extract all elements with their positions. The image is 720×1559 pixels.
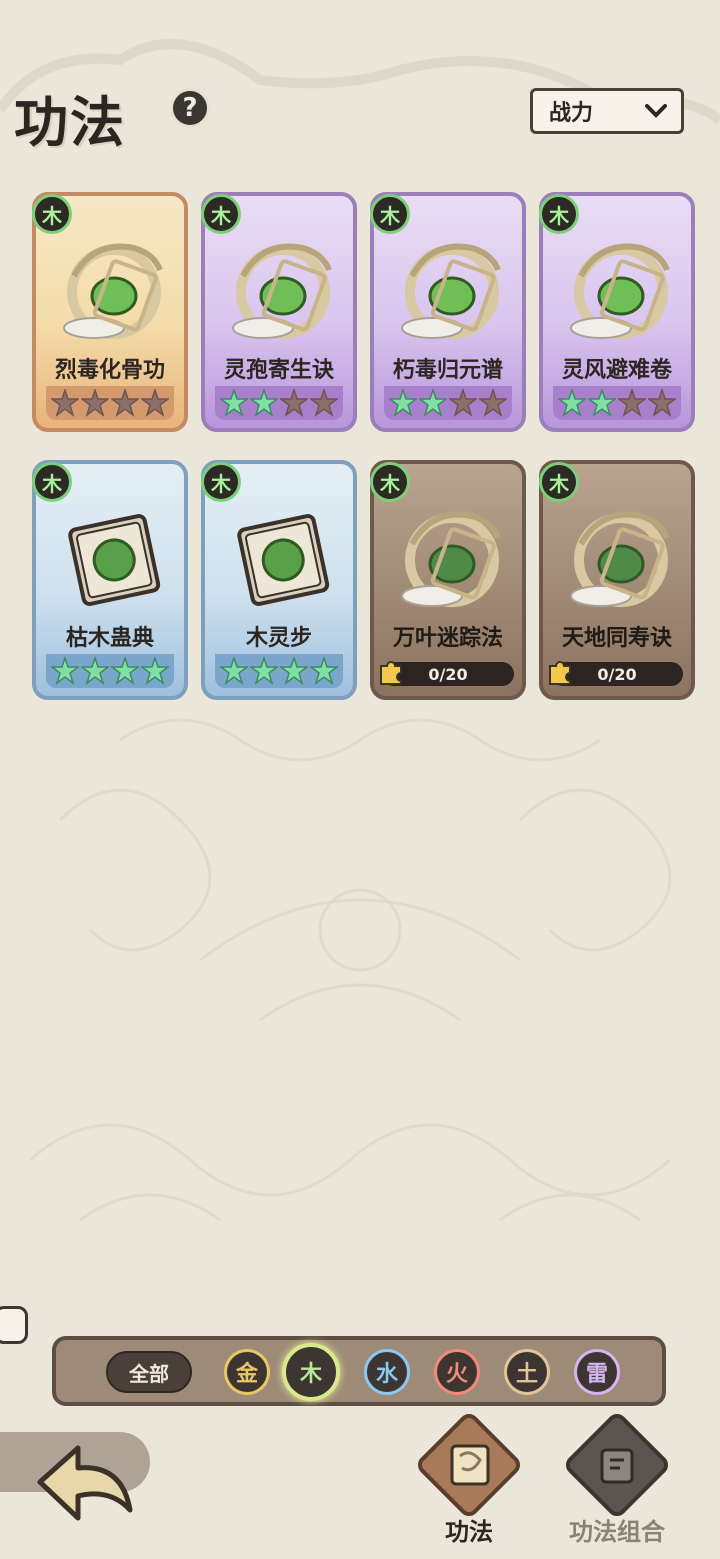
technique-name: 天地同寿诀 bbox=[561, 626, 672, 651]
star-lit-icon bbox=[81, 657, 109, 685]
nav-tab-techniques-label: 功法 bbox=[445, 1518, 493, 1546]
star-dim-icon bbox=[280, 389, 308, 417]
star-rating bbox=[46, 654, 174, 688]
technique-name: 枯木蛊典 bbox=[65, 626, 154, 651]
fragment-progress-text: 0/20 bbox=[428, 664, 468, 684]
star-lit-icon bbox=[220, 657, 248, 685]
help-button[interactable]: ? bbox=[170, 88, 210, 128]
wood-element-badge: 木 bbox=[201, 194, 241, 234]
wood-element-badge: 木 bbox=[370, 462, 410, 502]
star-dim-icon bbox=[479, 389, 507, 417]
technique-name: 烈毒化骨功 bbox=[54, 358, 165, 383]
filter-element-button[interactable]: 雷 bbox=[574, 1349, 620, 1395]
dragon-scroll-icon bbox=[401, 511, 501, 607]
page-title: 功法 bbox=[14, 90, 126, 154]
technique-card[interactable]: 木枯木蛊典 bbox=[32, 460, 188, 700]
sort-dropdown[interactable]: 战力 bbox=[530, 88, 684, 134]
star-rating bbox=[384, 386, 512, 420]
technique-name: 万叶迷踪法 bbox=[392, 626, 503, 651]
puzzle-piece-icon bbox=[549, 661, 571, 685]
element-filter-bar: 全部 金木水火土雷 bbox=[52, 1336, 666, 1406]
star-lit-icon bbox=[280, 657, 308, 685]
back-arrow-icon[interactable] bbox=[30, 1440, 140, 1530]
wood-element-badge: 木 bbox=[32, 462, 72, 502]
fragment-progress-text: 0/20 bbox=[597, 664, 637, 684]
filter-element-button[interactable]: 火 bbox=[434, 1349, 480, 1395]
star-rating bbox=[215, 386, 343, 420]
star-rating bbox=[46, 386, 174, 420]
puzzle-piece-icon bbox=[380, 661, 402, 685]
star-dim-icon bbox=[618, 389, 646, 417]
nav-tab-technique-combo[interactable]: 功法组合 bbox=[552, 1409, 682, 1550]
star-dim-icon bbox=[310, 389, 338, 417]
wood-element-badge: 木 bbox=[370, 194, 410, 234]
dragon-scroll-icon bbox=[401, 243, 501, 339]
wood-element-badge: 木 bbox=[201, 462, 241, 502]
star-lit-icon bbox=[141, 657, 169, 685]
technique-card[interactable]: 木烈毒化骨功 bbox=[32, 192, 188, 432]
star-lit-icon bbox=[220, 389, 248, 417]
filter-element-button[interactable]: 水 bbox=[364, 1349, 410, 1395]
dragon-scroll-icon bbox=[570, 511, 670, 607]
dragon-scroll-icon bbox=[63, 243, 163, 339]
star-dim-icon bbox=[449, 389, 477, 417]
star-lit-icon bbox=[111, 657, 139, 685]
technique-card[interactable]: 木灵孢寄生诀 bbox=[201, 192, 357, 432]
star-rating bbox=[553, 386, 681, 420]
dragon-scroll-icon bbox=[570, 243, 670, 339]
star-lit-icon bbox=[558, 389, 586, 417]
question-icon: ? bbox=[182, 93, 198, 123]
filter-all-button[interactable]: 全部 bbox=[106, 1351, 192, 1393]
star-lit-icon bbox=[419, 389, 447, 417]
filter-element-button[interactable]: 木 bbox=[282, 1343, 340, 1401]
star-lit-icon bbox=[250, 389, 278, 417]
filter-element-button[interactable]: 金 bbox=[224, 1349, 270, 1395]
manual-book-icon bbox=[68, 514, 161, 606]
technique-card[interactable]: 木万叶迷踪法 0/20 bbox=[370, 460, 526, 700]
nav-tab-technique-combo-label: 功法组合 bbox=[569, 1518, 665, 1546]
technique-card[interactable]: 木天地同寿诀 0/20 bbox=[539, 460, 695, 700]
wood-element-badge: 木 bbox=[539, 194, 579, 234]
star-lit-icon bbox=[310, 657, 338, 685]
sort-selected-label: 战力 bbox=[549, 101, 594, 126]
wood-element-badge: 木 bbox=[539, 462, 579, 502]
combo-glyph-icon bbox=[600, 1448, 634, 1484]
star-dim-icon bbox=[141, 389, 169, 417]
manual-book-icon bbox=[237, 514, 330, 606]
star-dim-icon bbox=[648, 389, 676, 417]
technique-name: 木灵步 bbox=[245, 626, 312, 651]
star-dim-icon bbox=[111, 389, 139, 417]
fragment-progress-bar: 0/20 bbox=[380, 661, 514, 686]
star-lit-icon bbox=[389, 389, 417, 417]
star-rating bbox=[215, 654, 343, 688]
dragon-scroll-icon bbox=[232, 243, 332, 339]
star-lit-icon bbox=[588, 389, 616, 417]
filter-element-button[interactable]: 土 bbox=[504, 1349, 550, 1395]
star-lit-icon bbox=[250, 657, 278, 685]
technique-name: 灵风避难卷 bbox=[561, 358, 672, 383]
fragment-progress-bar: 0/20 bbox=[549, 661, 683, 686]
technique-card[interactable]: 木灵风避难卷 bbox=[539, 192, 695, 432]
technique-name: 朽毒归元谱 bbox=[392, 358, 503, 383]
technique-card[interactable]: 木朽毒归元谱 bbox=[370, 192, 526, 432]
chevron-down-icon bbox=[645, 104, 667, 118]
nav-tab-techniques[interactable]: 功法 bbox=[404, 1409, 534, 1550]
chat-bubble-icon[interactable] bbox=[0, 1306, 28, 1344]
technique-name: 灵孢寄生诀 bbox=[223, 358, 334, 383]
star-dim-icon bbox=[51, 389, 79, 417]
star-lit-icon bbox=[51, 657, 79, 685]
technique-card[interactable]: 木木灵步 bbox=[201, 460, 357, 700]
star-dim-icon bbox=[81, 389, 109, 417]
book-glyph-icon bbox=[450, 1444, 490, 1486]
wood-element-badge: 木 bbox=[32, 194, 72, 234]
